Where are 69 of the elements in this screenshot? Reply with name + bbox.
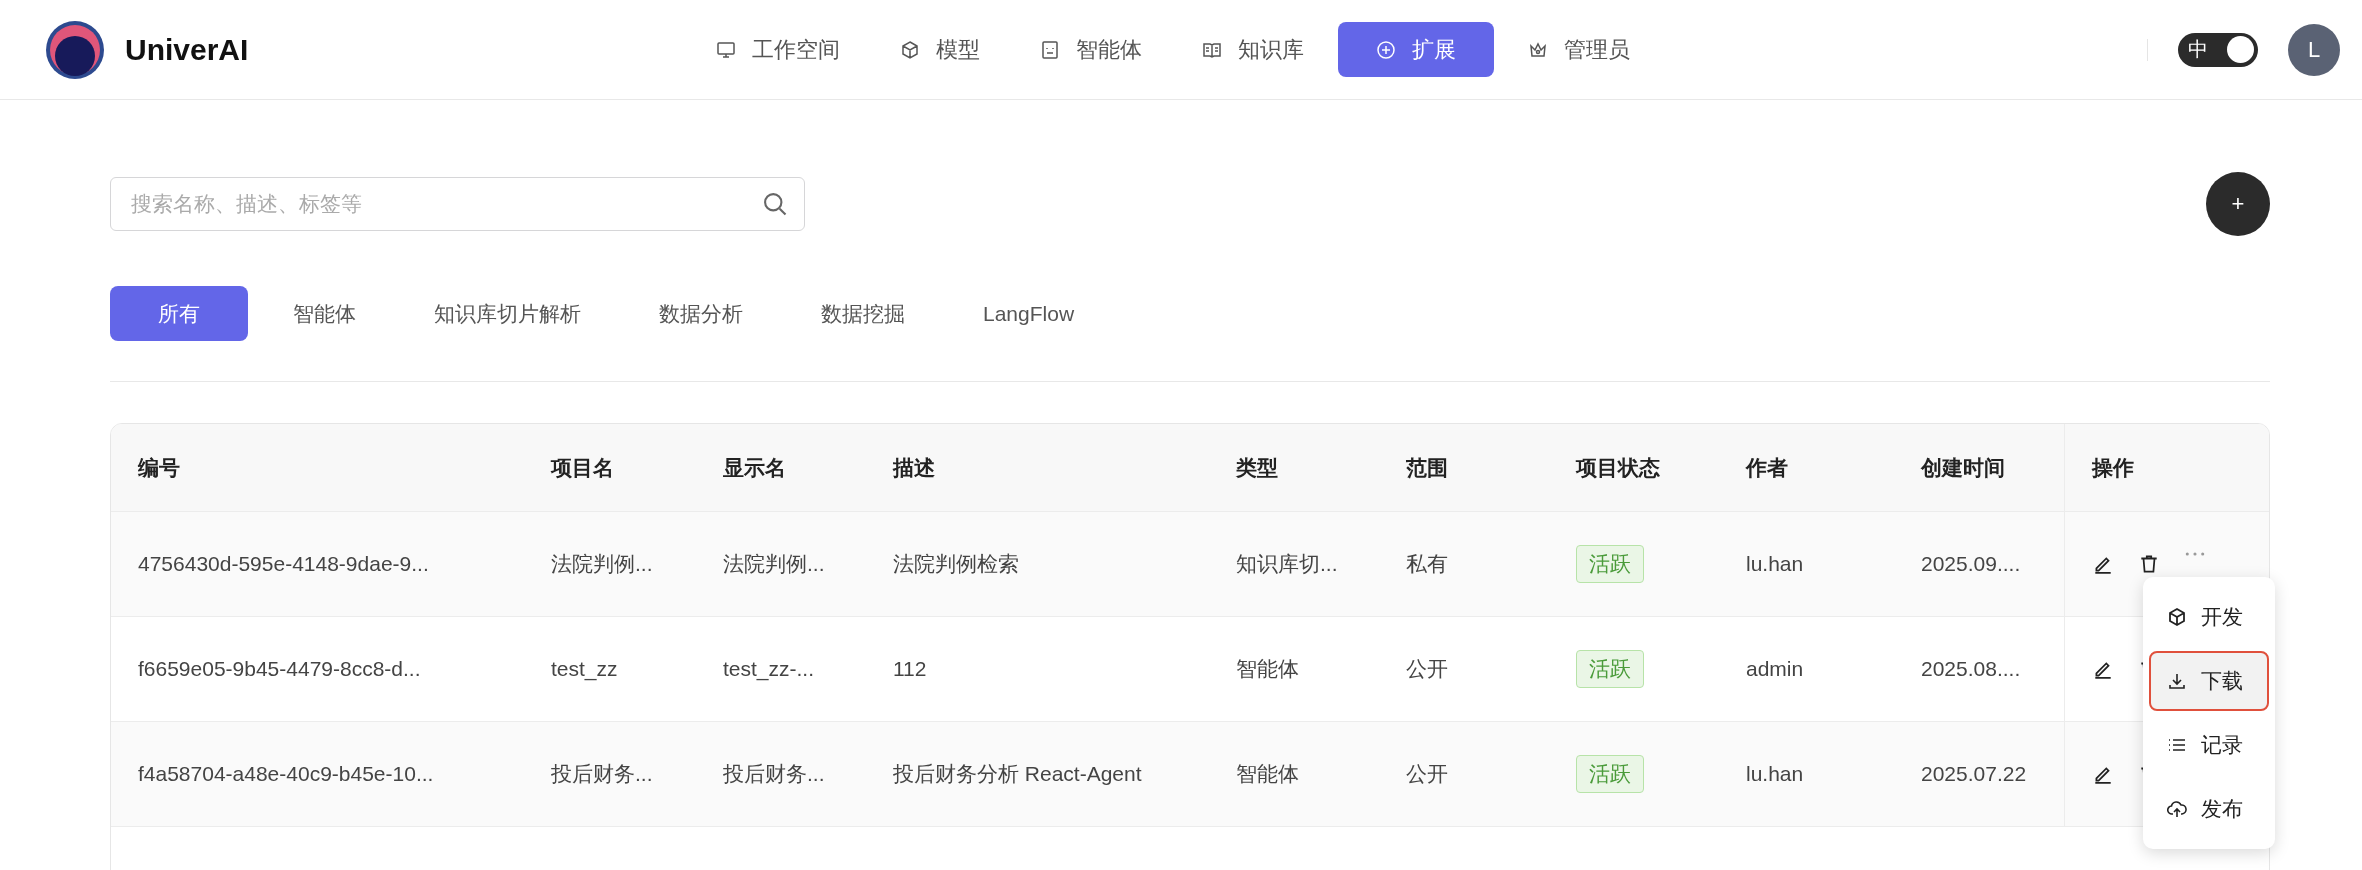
nav-item[interactable]: 模型 — [874, 22, 1006, 77]
table-cell-text: 智能体 — [1235, 656, 1300, 682]
nav-item[interactable]: 管理员 — [1502, 22, 1656, 77]
table-cell-text: 2025.07.22 — [1920, 762, 2028, 786]
column-header: 类型 — [1235, 454, 1279, 481]
column-header: 显示名 — [722, 454, 787, 481]
table-cell-text: f4a58704-a48e-40c9-b45e-10... — [137, 762, 435, 786]
table-cell-text: 公开 — [1405, 656, 1449, 682]
cube-icon — [2167, 607, 2187, 627]
table-cell-text: 2025.08.... — [1920, 657, 2022, 681]
search-field[interactable]: 搜索名称、描述、标签等 — [110, 177, 805, 231]
add-button[interactable]: + — [2206, 172, 2270, 236]
filter-tab[interactable]: 数据挖掘 — [788, 286, 938, 341]
nav-item[interactable]: 知识库 — [1176, 22, 1330, 77]
table-cell-text: lu.han — [1745, 762, 1805, 786]
nav-item[interactable]: 扩展 — [1338, 22, 1494, 77]
more-icon[interactable] — [2184, 550, 2206, 558]
robot-face-icon — [1040, 39, 1060, 60]
filter-tab[interactable]: 知识库切片解析 — [401, 286, 614, 341]
nav-item[interactable]: 工作空间 — [690, 22, 866, 77]
column-header: 创建时间 — [1919, 454, 2006, 481]
table-cell-text: admin — [1745, 657, 1805, 681]
filter-tab[interactable]: LangFlow — [950, 286, 1108, 341]
table-cell-text: 投后财务分析 React-Agent — [892, 761, 1143, 787]
menu-item[interactable]: 发布 — [2149, 779, 2269, 839]
table-cell-text: lu.han — [1745, 552, 1805, 576]
menu-item[interactable]: 下载 — [2149, 651, 2269, 711]
download-icon — [2167, 671, 2187, 691]
table-cell-text: test_zz — [550, 657, 619, 681]
logo-icon — [45, 19, 105, 80]
table-cell-text: 法院判例... — [550, 551, 654, 577]
table-cell-text: 投后财务... — [722, 761, 826, 787]
column-header: 编号 — [137, 454, 181, 481]
table-cell-text: 112 — [892, 657, 928, 681]
monitor-icon — [716, 39, 736, 60]
language-toggle[interactable]: 中 — [2178, 32, 2258, 67]
column-header: 作者 — [1744, 454, 1789, 481]
column-header: 范围 — [1405, 454, 1449, 481]
table-cell-text: 公开 — [1405, 761, 1449, 787]
status-tag: 活跃 — [1576, 545, 1644, 583]
table-cell-text: 法院判例... — [722, 551, 826, 577]
filter-tab[interactable]: 数据分析 — [626, 286, 776, 341]
table-cell-text: 2025.09.... — [1920, 552, 2022, 576]
table-cell-text: 投后财务... — [550, 761, 654, 787]
table-cell-text: f6659e05-9b45-4479-8cc8-d... — [137, 657, 422, 681]
cloud-upload-icon — [2167, 799, 2187, 819]
user-avatar[interactable]: L — [2288, 23, 2340, 76]
status-tag: 活跃 — [1576, 755, 1644, 793]
delete-icon[interactable] — [2138, 553, 2160, 575]
nav-item[interactable]: 智能体 — [1014, 22, 1168, 77]
menu-item[interactable]: 开发 — [2149, 587, 2269, 647]
brand-name: UniverAI — [125, 32, 249, 67]
filter-tab[interactable]: 智能体 — [260, 286, 389, 341]
filter-tab[interactable]: 所有 — [110, 286, 248, 341]
table-cell-text: 4756430d-595e-4148-9dae-9... — [137, 552, 430, 576]
column-header: 操作 — [2064, 424, 2269, 511]
menu-item[interactable]: 记录 — [2149, 715, 2269, 775]
table-cell-text: test_zz-... — [722, 657, 816, 681]
search-icon — [761, 190, 789, 218]
plus-circle-icon — [1376, 39, 1396, 60]
table-cell-text: 私有 — [1405, 551, 1449, 577]
table-cell-text: 知识库切... — [1235, 551, 1339, 577]
status-tag: 活跃 — [1576, 650, 1644, 688]
column-header: 描述 — [891, 454, 936, 481]
table-cell-text: 智能体 — [1235, 761, 1300, 787]
column-header: 项目名 — [549, 454, 615, 481]
table-cell-text: 法院判例检索 — [892, 551, 1020, 577]
cube-icon — [900, 39, 920, 60]
column-header: 项目状态 — [1574, 454, 1661, 481]
